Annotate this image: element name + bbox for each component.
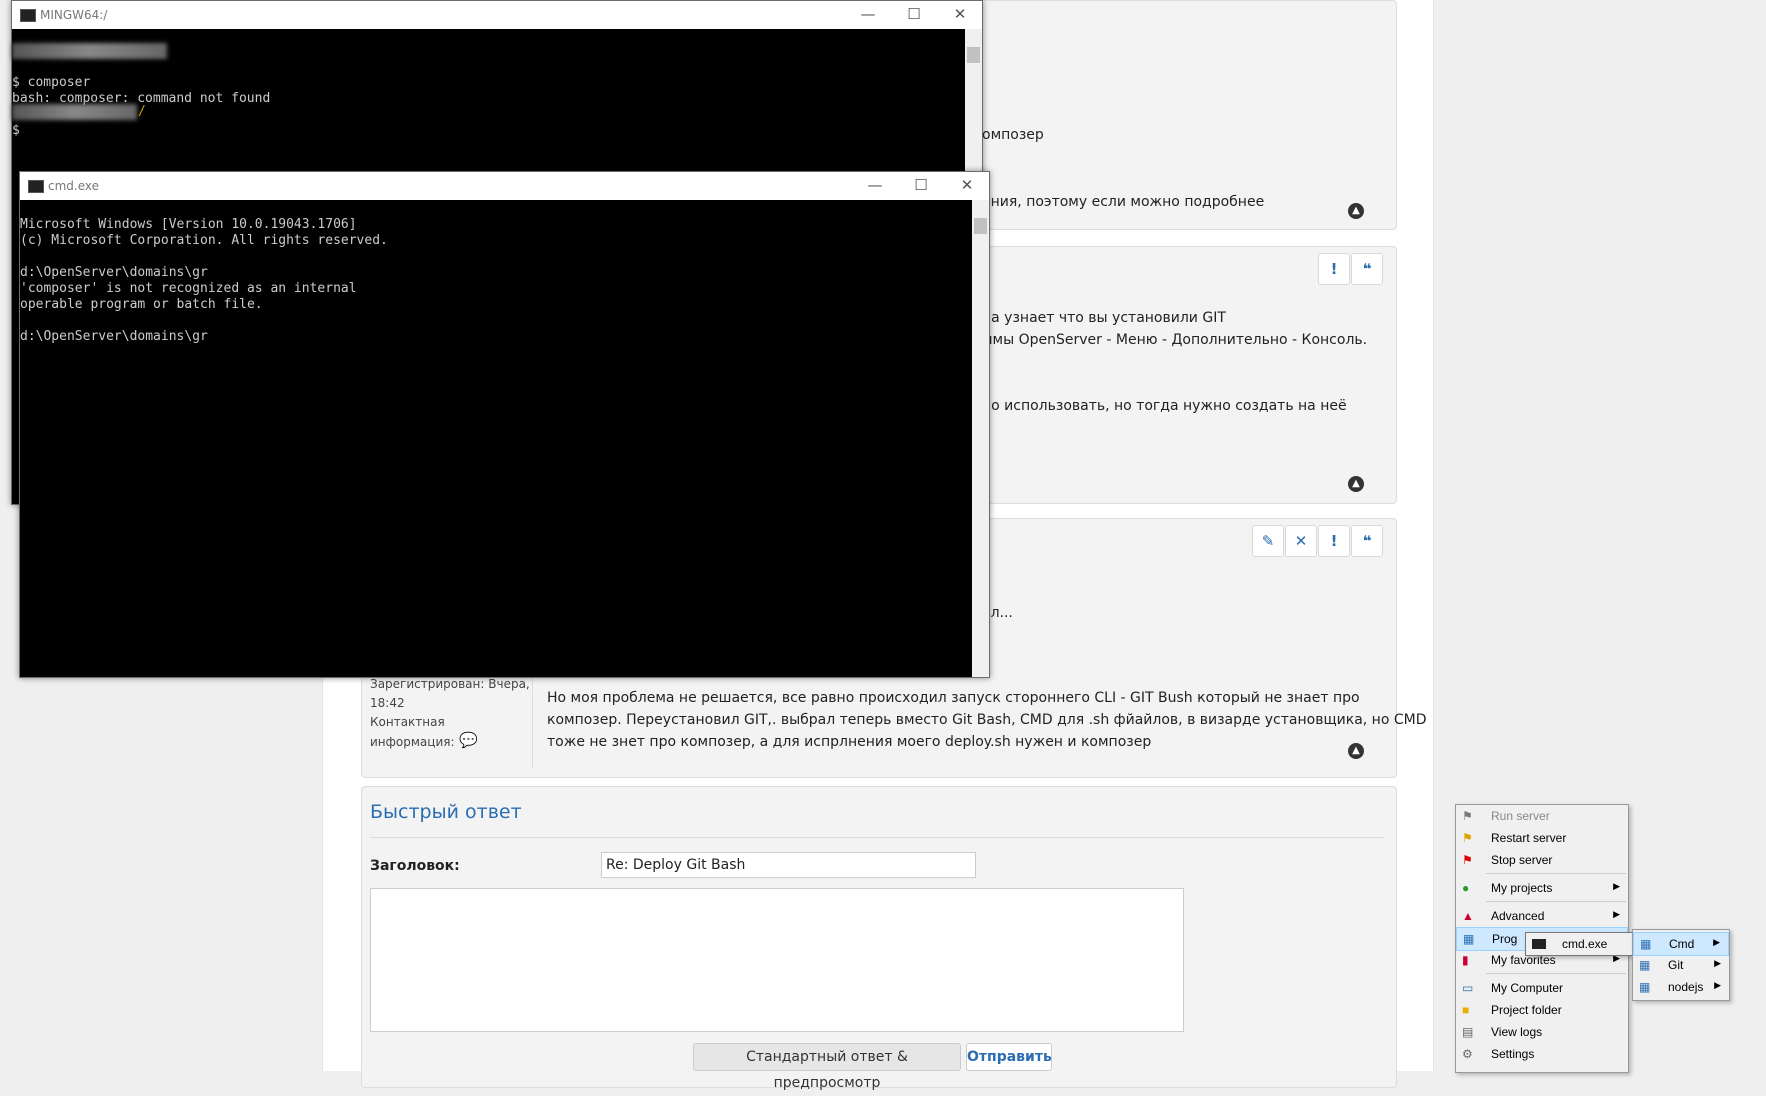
menu-item-project-folder[interactable]: ■ Project folder — [1456, 999, 1628, 1021]
maximize-icon[interactable]: ☐ — [894, 5, 934, 23]
chat-icon[interactable]: 💬 — [459, 731, 478, 749]
console-line: 'composer' is not recognized as an inter… — [20, 281, 357, 296]
menu-item-cmd[interactable]: ▦ Cmd ▶ — [1633, 932, 1729, 956]
minimize-icon[interactable]: — — [855, 176, 895, 194]
menu-item-nodejs[interactable]: ▦ nodejs ▶ — [1633, 976, 1729, 998]
window-icon: ▦ — [1640, 937, 1652, 951]
close-icon[interactable]: ✕ — [947, 176, 987, 194]
menu-item-advanced[interactable]: ▲ Advanced ▶ — [1456, 905, 1628, 927]
menu-item-stop-server[interactable]: ⚑ Stop server — [1456, 849, 1628, 871]
terminal-icon — [20, 9, 36, 22]
window-icon: ▦ — [1639, 980, 1651, 994]
book-icon: ▮ — [1462, 953, 1469, 967]
send-button-label: Отправить — [967, 1049, 1052, 1065]
globe-icon: ● — [1462, 881, 1470, 895]
console-line: d:\OpenServer\domains\gr — [20, 329, 208, 344]
redacted-text — [12, 43, 167, 59]
submenu-cmd-exe: cmd.exe — [1525, 932, 1639, 956]
console-line: operable program or batch file. — [20, 297, 263, 312]
window-titlebar[interactable]: MINGW64:/ — ☐ ✕ — [12, 1, 982, 29]
menu-item-my-computer[interactable]: ▭ My Computer — [1456, 977, 1628, 999]
post-text: композер. Переустановил GIT,. выбрал теп… — [547, 712, 1427, 728]
menu-item-my-projects[interactable]: ● My projects ▶ — [1456, 877, 1628, 899]
gear-icon: ⚙ — [1462, 1047, 1473, 1061]
chevron-right-icon: ▶ — [1613, 909, 1620, 919]
shapes-icon: ▲ — [1462, 909, 1474, 923]
console-output: Microsoft Windows [Version 10.0.19043.17… — [20, 201, 388, 361]
menu-item-restart-server[interactable]: ⚑ Restart server — [1456, 827, 1628, 849]
maximize-icon[interactable]: ☐ — [901, 176, 941, 194]
redacted-text — [12, 104, 137, 120]
chevron-right-icon: ▶ — [1713, 937, 1720, 947]
console-line: (c) Microsoft Corporation. All rights re… — [20, 233, 388, 248]
menu-item-run-server[interactable]: ⚑ Run server — [1456, 805, 1628, 827]
flag-icon: ⚑ — [1462, 809, 1473, 823]
quote-button[interactable]: ❝ — [1351, 253, 1383, 285]
chevron-right-icon: ▶ — [1613, 881, 1620, 891]
subject-value: Re: Deploy Git Bash — [606, 857, 746, 873]
chevron-right-icon: ▶ — [1714, 958, 1721, 968]
menu-item-cmd-exe[interactable]: cmd.exe — [1526, 933, 1638, 955]
menu-separator — [1486, 873, 1626, 874]
quick-reply-panel: Быстрый ответ Заголовок: Re: Deploy Git … — [361, 786, 1397, 1091]
cmd-window[interactable]: cmd.exe — ☐ ✕ Microsoft Windows [Version… — [19, 171, 990, 678]
menu-item-settings[interactable]: ⚙ Settings — [1456, 1043, 1628, 1065]
message-textarea[interactable] — [370, 888, 1184, 1032]
scroll-top-icon[interactable]: ▲ — [1348, 476, 1364, 492]
terminal-icon — [28, 180, 44, 193]
window-title: MINGW64:/ — [40, 8, 108, 22]
post-text: но использовать, но тогда нужно создать … — [982, 398, 1347, 414]
edit-button[interactable]: ✎ — [1252, 525, 1284, 557]
minimize-icon[interactable]: — — [848, 5, 888, 23]
author-registered-time: 18:42 — [370, 696, 405, 710]
post-text: ения, поэтому если можно подробнее — [982, 194, 1265, 210]
console-line: Microsoft Windows [Version 10.0.19043.17… — [20, 217, 357, 232]
scroll-top-icon[interactable]: ▲ — [1348, 203, 1364, 219]
folder-icon: ■ — [1462, 1003, 1470, 1017]
subject-label: Заголовок: — [370, 858, 460, 874]
console-line: d:\OpenServer\domains\gr — [20, 265, 208, 280]
author-contact: Контактная — [370, 715, 445, 729]
console-line: $ composer — [12, 75, 91, 90]
delete-button[interactable]: ✕ — [1285, 525, 1317, 557]
menu-separator — [1486, 973, 1626, 974]
window-icon: ▦ — [1463, 932, 1475, 946]
window-icon: ▦ — [1639, 958, 1651, 972]
subject-input[interactable]: Re: Deploy Git Bash — [601, 852, 976, 878]
close-icon[interactable]: ✕ — [940, 5, 980, 23]
preview-button[interactable]: Стандартный ответ & предпросмотр — [693, 1043, 961, 1091]
post-text: Но моя проблема не решается, все равно п… — [547, 690, 1360, 706]
computer-icon: ▭ — [1462, 981, 1474, 995]
divider — [370, 837, 1384, 838]
author-contact: информация: — [370, 735, 455, 749]
post-text: на узнает что вы установили GIT — [982, 310, 1226, 326]
quote-button[interactable]: ❝ — [1351, 525, 1383, 557]
author-registered: Зарегистрирован: Вчера, — [370, 677, 530, 691]
post-divider — [532, 669, 533, 769]
window-titlebar[interactable]: cmd.exe — ☐ ✕ — [20, 172, 989, 200]
report-button[interactable]: ! — [1318, 525, 1350, 557]
report-button[interactable]: ! — [1318, 253, 1350, 285]
flag-icon: ⚑ — [1462, 831, 1473, 845]
post-text: омпозер — [982, 127, 1044, 143]
menu-item-view-logs[interactable]: ▤ View logs — [1456, 1021, 1628, 1043]
scrollbar[interactable] — [972, 200, 989, 677]
terminal-icon — [1532, 939, 1546, 949]
window-title: cmd.exe — [48, 179, 100, 193]
console-prompt: $ — [12, 123, 20, 138]
scroll-top-icon[interactable]: ▲ — [1348, 743, 1364, 759]
menu-separator — [1486, 901, 1626, 902]
send-button[interactable]: Отправить — [966, 1043, 1052, 1071]
chevron-right-icon: ▶ — [1714, 980, 1721, 990]
log-icon: ▤ — [1462, 1025, 1474, 1039]
post-text: ммы OpenServer - Меню - Дополнительно - … — [982, 332, 1368, 348]
flag-icon: ⚑ — [1462, 853, 1473, 867]
console-line: / — [138, 104, 146, 119]
programs-submenu: ▦ Cmd ▶ ▦ Git ▶ ▦ nodejs ▶ — [1632, 929, 1730, 1001]
quick-reply-title: Быстрый ответ — [370, 801, 522, 823]
post-text: тоже не знет про композер, а для испрлне… — [547, 734, 1152, 750]
preview-button-label: Стандартный ответ & предпросмотр — [746, 1049, 908, 1091]
menu-item-git[interactable]: ▦ Git ▶ — [1633, 954, 1729, 976]
